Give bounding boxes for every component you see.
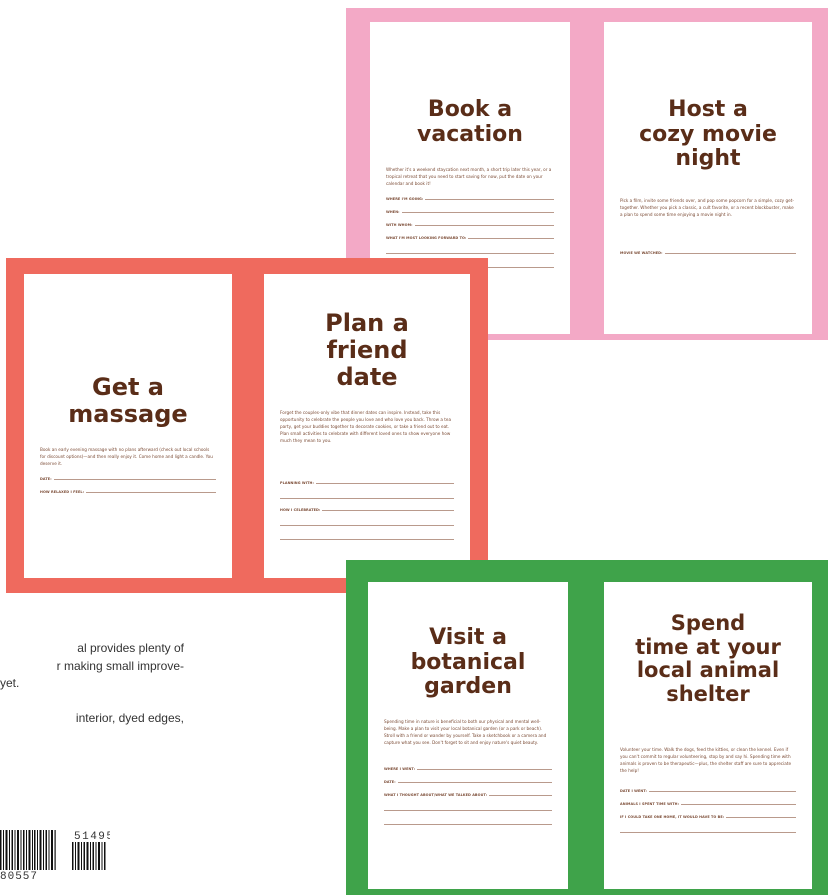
host-movie-night-page: Host a cozy movie night Pick a film, inv… [604, 22, 812, 334]
field-line[interactable]: ANIMALS I SPENT TIME WITH: [620, 793, 796, 806]
page-title: Plan a friend date [325, 309, 409, 391]
page-title: Visit a botanical garden [410, 625, 526, 700]
visit-botanical-garden-page: Visit a botanical garden Spending time i… [368, 582, 568, 889]
page-title: Host a cozy movie night [639, 97, 777, 172]
isbn-fragment: 80557 [0, 871, 38, 880]
field-line[interactable]: PLANNING WITH: [280, 472, 454, 485]
page-body: Forget the couples-only vibe that dinner… [280, 410, 452, 443]
field-line[interactable]: MOVIE WE WATCHED: [620, 242, 796, 255]
fill-in-fields: MOVIE WE WATCHED: [620, 242, 796, 255]
description-line: al provides plenty of [77, 641, 184, 655]
page-title: Get a massage [68, 373, 188, 428]
blank-line[interactable] [384, 797, 552, 811]
field-line[interactable]: WHERE I'M GOING: [386, 188, 554, 201]
field-line[interactable]: IF I COULD TAKE ONE HOME, IT WOULD HAVE … [620, 806, 796, 819]
description-line: yet. [0, 676, 20, 690]
field-line[interactable]: WHEN: [386, 201, 554, 214]
page-title: Spend time at your local animal shelter [635, 611, 781, 706]
animal-shelter-page: Spend time at your local animal shelter … [604, 582, 812, 889]
fill-in-fields: DATE I WENT: ANIMALS I SPENT TIME WITH: … [620, 780, 796, 833]
field-line[interactable]: WITH WHOM: [386, 214, 554, 227]
field-line[interactable]: DATE: [40, 468, 216, 481]
cover-description: al provides plenty of r making small imp… [0, 640, 184, 744]
field-line[interactable]: WHAT I THOUGHT ABOUT/WHAT WE TALKED ABOU… [384, 784, 552, 797]
fill-in-fields: WHERE I'M GOING: WHEN: WITH WHOM: WHAT I… [386, 188, 554, 268]
description-line: r making small improve- [56, 658, 184, 673]
blank-line[interactable] [620, 819, 796, 833]
plan-a-friend-date-page: Plan a friend date Forget the couples-on… [264, 274, 470, 578]
field-line[interactable]: WHAT I'M MOST LOOKING FORWARD TO: [386, 227, 554, 240]
field-line[interactable]: WHERE I WENT: [384, 758, 552, 771]
blank-line[interactable] [280, 512, 454, 526]
blank-line[interactable] [386, 240, 554, 254]
price-digits: 51495 [74, 831, 110, 843]
page-body: Whether it's a weekend staycation next m… [386, 167, 552, 186]
fill-in-fields: WHERE I WENT: DATE: WHAT I THOUGHT ABOUT… [384, 758, 552, 825]
page-body: Volunteer your time. Walk the dogs, feed… [620, 747, 792, 773]
blank-line[interactable] [280, 526, 454, 540]
green-spread: Visit a botanical garden Spending time i… [346, 560, 828, 895]
field-line[interactable]: DATE I WENT: [620, 780, 796, 793]
fill-in-fields: PLANNING WITH: HOW I CELEBRATED: [280, 472, 454, 540]
blank-line[interactable] [280, 485, 454, 499]
red-spread: Get a massage Book an early evening mass… [6, 258, 488, 593]
field-line[interactable]: HOW RELAXED I FEEL: [40, 481, 216, 494]
field-line[interactable]: HOW I CELEBRATED: [280, 499, 454, 512]
page-body: Book an early evening massage with no pl… [40, 447, 213, 466]
page-title: Book a vacation [417, 97, 523, 147]
page-body: Spending time in nature is beneficial to… [384, 719, 547, 745]
get-a-massage-page: Get a massage Book an early evening mass… [24, 274, 232, 578]
description-line: interior, dyed edges, [75, 710, 184, 725]
page-body: Pick a film, invite some friends over, a… [620, 198, 794, 217]
blank-line[interactable] [384, 811, 552, 825]
isbn-barcode: 51495 80557 [0, 830, 110, 880]
field-line[interactable]: DATE: [384, 771, 552, 784]
fill-in-fields: DATE: HOW RELAXED I FEEL: [40, 468, 216, 494]
